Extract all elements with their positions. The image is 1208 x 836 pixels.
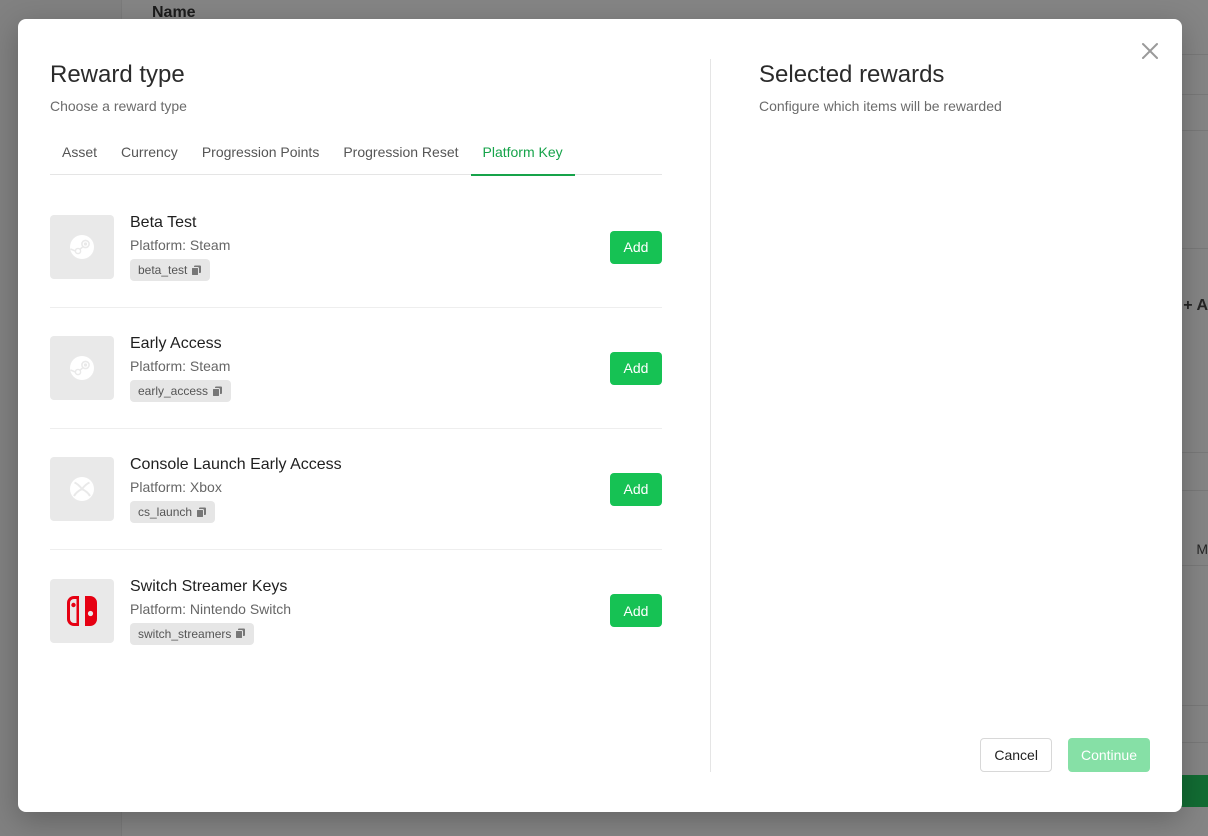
tab-progression-points[interactable]: Progression Points [190, 137, 332, 175]
tab-currency[interactable]: Currency [109, 137, 190, 175]
xbox-icon [70, 477, 94, 501]
copy-icon[interactable] [191, 265, 202, 276]
reward-type-subtitle: Choose a reward type [50, 98, 187, 114]
add-button[interactable]: Add [610, 594, 662, 627]
reward-type-panel: Reward type Choose a reward type Asset C… [50, 59, 662, 671]
copy-icon[interactable] [196, 507, 207, 518]
tab-platform-key[interactable]: Platform Key [470, 137, 575, 176]
tab-progression-reset[interactable]: Progression Reset [331, 137, 470, 175]
list-item: Early Access Platform: Steam early_acces… [50, 308, 662, 429]
list-item: Switch Streamer Keys Platform: Nintendo … [50, 550, 662, 671]
item-info: Early Access Platform: Steam early_acces… [130, 334, 610, 402]
close-icon [1142, 43, 1158, 59]
item-thumbnail [50, 215, 114, 279]
tab-asset[interactable]: Asset [50, 137, 109, 175]
item-thumbnail [50, 457, 114, 521]
continue-button[interactable]: Continue [1067, 738, 1150, 772]
item-info: Console Launch Early Access Platform: Xb… [130, 455, 610, 523]
item-name: Beta Test [130, 214, 197, 231]
item-name: Early Access [130, 335, 222, 352]
item-platform: Platform: Steam [130, 237, 231, 253]
item-info: Switch Streamer Keys Platform: Nintendo … [130, 577, 610, 645]
item-key-tag: early_access [130, 380, 232, 402]
platform-key-list: Beta Test Platform: Steam beta_test Add [50, 187, 662, 671]
item-name: Switch Streamer Keys [130, 577, 288, 595]
item-name: Console Launch Early Access [130, 456, 342, 473]
item-key: early_access [138, 384, 209, 398]
reward-type-tabs: Asset Currency Progression Points Progre… [50, 137, 662, 176]
item-thumbnail [50, 336, 114, 400]
add-button[interactable]: Add [610, 230, 662, 264]
item-key: cs_launch [138, 505, 193, 519]
item-key-tag: beta_test [130, 259, 211, 281]
item-thumbnail [50, 578, 114, 643]
item-platform: Platform: Steam [130, 358, 231, 374]
panel-divider [710, 59, 711, 772]
add-button[interactable]: Add [610, 351, 662, 385]
selected-rewards-title: Selected rewards [759, 61, 945, 88]
item-platform: Platform: Xbox [130, 479, 222, 495]
reward-type-title: Reward type [50, 61, 185, 88]
item-key: beta_test [138, 263, 188, 277]
selected-rewards-panel: Selected rewards Configure which items w… [759, 59, 1149, 115]
steam-icon [70, 235, 94, 259]
selected-rewards-subtitle: Configure which items will be rewarded [759, 98, 1002, 114]
item-platform: Platform: Nintendo Switch [130, 600, 292, 617]
copy-icon[interactable] [235, 628, 246, 639]
item-key: switch_streamers [138, 626, 232, 641]
modal-footer: Cancel Continue [980, 738, 1150, 772]
item-key-tag: cs_launch [130, 501, 216, 523]
item-key-tag: switch_streamers [130, 622, 255, 645]
reward-type-modal: Reward type Choose a reward type Asset C… [18, 19, 1182, 812]
list-item: Console Launch Early Access Platform: Xb… [50, 429, 662, 550]
copy-icon[interactable] [212, 386, 223, 397]
steam-icon [70, 356, 94, 380]
add-button[interactable]: Add [610, 472, 662, 506]
nintendo-switch-icon [67, 595, 97, 626]
list-item: Beta Test Platform: Steam beta_test Add [50, 187, 662, 308]
item-info: Beta Test Platform: Steam beta_test [130, 213, 610, 281]
cancel-button[interactable]: Cancel [980, 738, 1052, 772]
